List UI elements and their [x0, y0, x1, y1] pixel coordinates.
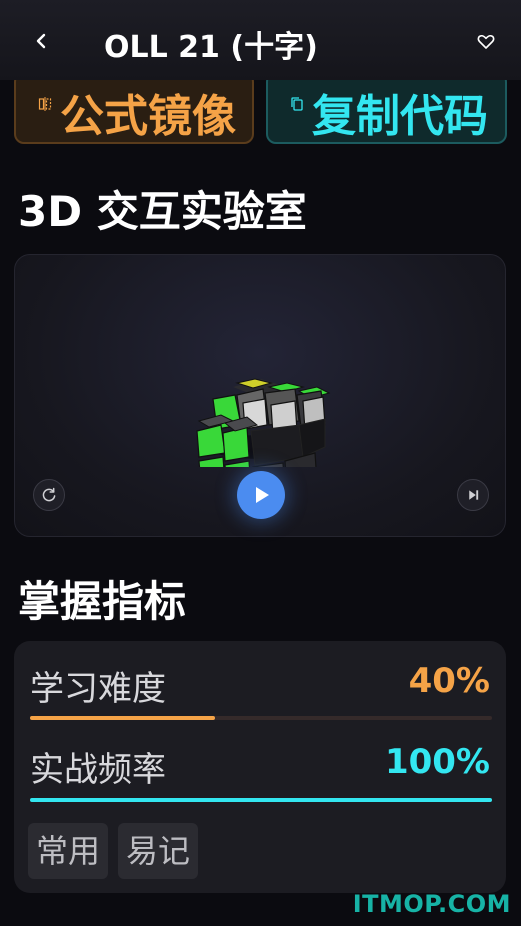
tag-common[interactable]: 常用: [28, 823, 109, 879]
copy-icon: [291, 97, 303, 111]
play-icon: [256, 487, 269, 503]
frequency-value: 100%: [384, 742, 490, 782]
difficulty-progress-track: [30, 716, 492, 720]
watermark: ITMOP.COM: [352, 890, 511, 918]
frequency-label: 实战频率: [30, 750, 166, 790]
page-title: OLL 21 (十字): [104, 30, 318, 65]
rubiks-cube-3d-view[interactable]: [191, 317, 341, 467]
mastery-metrics-panel: 学习难度 40% 实战频率 100% 常用 易记: [14, 641, 506, 893]
chevron-left-icon: [36, 33, 46, 49]
lab-section-title: 3D 交互实验室: [18, 187, 307, 236]
copy-code-label: 复制代码: [312, 91, 488, 142]
difficulty-progress-fill: [30, 716, 215, 720]
skip-next-button[interactable]: [457, 479, 489, 511]
3d-lab-panel: [14, 254, 506, 537]
difficulty-value: 40%: [408, 661, 490, 701]
mirror-formula-label: 公式镜像: [60, 91, 236, 142]
reset-icon: [42, 487, 56, 502]
top-app-bar: OLL 21 (十字): [0, 0, 521, 80]
copy-code-button[interactable]: 复制代码: [266, 72, 507, 144]
tag-easy-to-remember[interactable]: 易记: [118, 823, 199, 879]
mastery-section-title: 掌握指标: [18, 577, 187, 626]
mirror-icon: [38, 97, 52, 111]
heart-outline-icon: [477, 34, 495, 49]
favorite-button[interactable]: [474, 30, 498, 52]
play-button[interactable]: [237, 471, 285, 519]
reset-button[interactable]: [33, 479, 65, 511]
difficulty-label: 学习难度: [30, 669, 166, 709]
mirror-formula-button[interactable]: 公式镜像: [14, 72, 254, 144]
frequency-progress-fill: [30, 798, 492, 802]
skip-next-icon: [469, 490, 479, 500]
back-button[interactable]: [28, 26, 54, 56]
frequency-progress-track: [30, 798, 492, 802]
